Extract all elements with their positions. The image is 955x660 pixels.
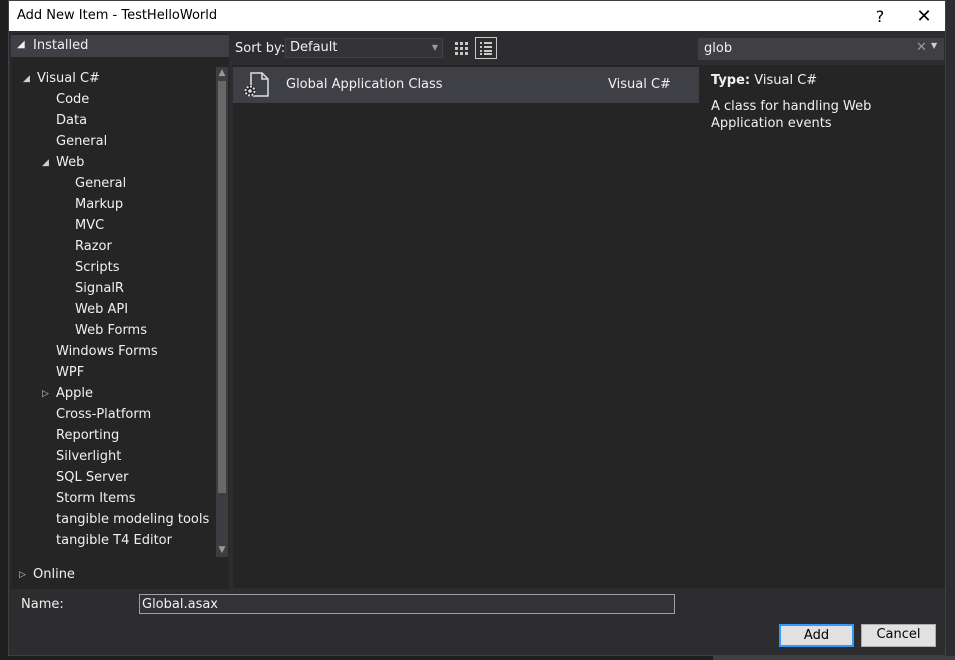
scroll-up-icon[interactable]: ▲ bbox=[216, 67, 228, 79]
tree-item-label: Data bbox=[56, 113, 88, 128]
tree-item[interactable]: Cross-Platform bbox=[56, 405, 151, 425]
tree-item[interactable]: ◢ Web bbox=[42, 153, 85, 173]
tree-item-label: Web Forms bbox=[75, 323, 147, 338]
tree-item[interactable]: SQL Server bbox=[56, 468, 129, 488]
template-name: Global Application Class bbox=[286, 77, 443, 92]
tree-item-label: Code bbox=[56, 92, 90, 107]
clear-icon[interactable]: ✕ bbox=[916, 40, 927, 55]
type-value: Visual C# bbox=[754, 73, 818, 88]
tree-item[interactable]: General bbox=[75, 174, 126, 194]
list-view-icon[interactable] bbox=[475, 37, 497, 59]
tree-item[interactable]: tangible T4 Editor bbox=[56, 531, 172, 551]
tree-item-label: Apple bbox=[56, 386, 94, 401]
tree-item-label: Web bbox=[56, 155, 85, 170]
tree-item[interactable]: Markup bbox=[75, 195, 123, 215]
expand-arrow-icon[interactable]: ▷ bbox=[42, 384, 49, 404]
add-button[interactable]: Add bbox=[779, 624, 854, 647]
name-field[interactable] bbox=[139, 594, 675, 614]
collapse-arrow-icon[interactable]: ◢ bbox=[42, 153, 49, 173]
tree-item-label: MVC bbox=[75, 218, 105, 233]
tree-item[interactable]: Web Forms bbox=[75, 321, 147, 341]
sort-value: Default bbox=[290, 40, 338, 55]
tree-item-label: Cross-Platform bbox=[56, 407, 152, 422]
tree-item-label: SQL Server bbox=[56, 470, 129, 485]
tree-item[interactable]: Data bbox=[56, 111, 87, 131]
tree-item-label: Storm Items bbox=[56, 491, 136, 506]
tree-item-label: SignalR bbox=[75, 281, 124, 296]
title-bar: Add New Item - TestHelloWorld ? ✕ bbox=[9, 1, 945, 31]
tree-item[interactable]: SignalR bbox=[75, 279, 124, 299]
template-list: Global Application Class Visual C# bbox=[233, 65, 699, 588]
close-button[interactable]: ✕ bbox=[901, 1, 947, 31]
window-title: Add New Item - TestHelloWorld bbox=[17, 8, 218, 23]
tree-item-label: Silverlight bbox=[56, 449, 122, 464]
tree-scrollbar-thumb[interactable] bbox=[218, 81, 226, 493]
cancel-button[interactable]: Cancel bbox=[861, 624, 936, 647]
tree-item-label: Visual C# bbox=[37, 71, 100, 86]
tree-item-label: General bbox=[75, 176, 127, 191]
tree-item[interactable]: General bbox=[56, 132, 107, 152]
global-application-class-icon bbox=[241, 70, 271, 100]
tree-item-label: Windows Forms bbox=[56, 344, 158, 359]
template-description: A class for handling Web Application eve… bbox=[711, 99, 872, 131]
search-value: glob bbox=[704, 41, 733, 56]
tree-item-label: General bbox=[56, 134, 108, 149]
sort-label: Sort by: bbox=[235, 41, 286, 56]
template-category-pane: ◢ Installed ◢ Visual C# Code Data General ◢ We… bbox=[11, 33, 229, 589]
expand-arrow-icon: ▷ bbox=[19, 570, 26, 580]
tree-item[interactable]: Silverlight bbox=[56, 447, 121, 467]
tree-item-label: tangible T4 Editor bbox=[56, 533, 172, 548]
tree-item[interactable]: WPF bbox=[56, 363, 84, 383]
tree-item[interactable]: tangible modeling tools bbox=[56, 510, 209, 530]
grid-view-icon[interactable] bbox=[451, 38, 471, 58]
tree-item-label: Razor bbox=[75, 239, 112, 254]
tree-item[interactable]: Code bbox=[56, 90, 89, 110]
tree-item[interactable]: Reporting bbox=[56, 426, 119, 446]
tree-item-label: Markup bbox=[75, 197, 124, 212]
type-label: Type: bbox=[711, 73, 751, 88]
background-editor-right bbox=[946, 0, 955, 660]
template-details: Type: Visual C# A class for handling Web… bbox=[699, 65, 945, 588]
collapse-arrow-icon: ◢ bbox=[17, 39, 25, 50]
tree-item-label: Reporting bbox=[56, 428, 120, 443]
sort-dropdown[interactable]: Default ▼ bbox=[285, 38, 443, 58]
installed-header[interactable]: ◢ Installed bbox=[11, 35, 229, 57]
tree-item[interactable]: ◢ Visual C# bbox=[23, 69, 100, 89]
name-label: Name: bbox=[21, 597, 64, 612]
tree-item[interactable]: Web API bbox=[75, 300, 128, 320]
tree-item[interactable]: Razor bbox=[75, 237, 112, 257]
chevron-down-icon: ▼ bbox=[431, 43, 438, 52]
tree-item[interactable]: Storm Items bbox=[56, 489, 136, 509]
list-item[interactable]: Global Application Class Visual C# bbox=[233, 67, 699, 103]
tree-item-label: WPF bbox=[56, 365, 85, 380]
status-strip bbox=[713, 656, 955, 660]
online-label: Online bbox=[33, 567, 75, 582]
tree-item-label: Web API bbox=[75, 302, 129, 317]
tree-item[interactable]: MVC bbox=[75, 216, 104, 236]
tree-item[interactable]: Windows Forms bbox=[56, 342, 158, 362]
tree-item[interactable]: Scripts bbox=[75, 258, 119, 278]
help-button[interactable]: ? bbox=[857, 1, 903, 31]
scroll-down-icon[interactable]: ▼ bbox=[216, 544, 228, 556]
chevron-down-icon[interactable]: ▼ bbox=[931, 41, 937, 50]
installed-label: Installed bbox=[33, 38, 89, 53]
type-line: Type: Visual C# bbox=[711, 73, 817, 88]
tree-item-label: tangible modeling tools bbox=[56, 512, 210, 527]
template-language: Visual C# bbox=[608, 77, 671, 92]
add-new-item-dialog: Add New Item - TestHelloWorld ? ✕ ◢ Inst… bbox=[8, 0, 946, 656]
tree-item[interactable]: ▷ Apple bbox=[42, 384, 94, 404]
search-input[interactable]: glob ✕ ▼ bbox=[698, 38, 944, 60]
collapse-arrow-icon[interactable]: ◢ bbox=[23, 69, 30, 89]
tree-item-label: Scripts bbox=[75, 260, 120, 275]
